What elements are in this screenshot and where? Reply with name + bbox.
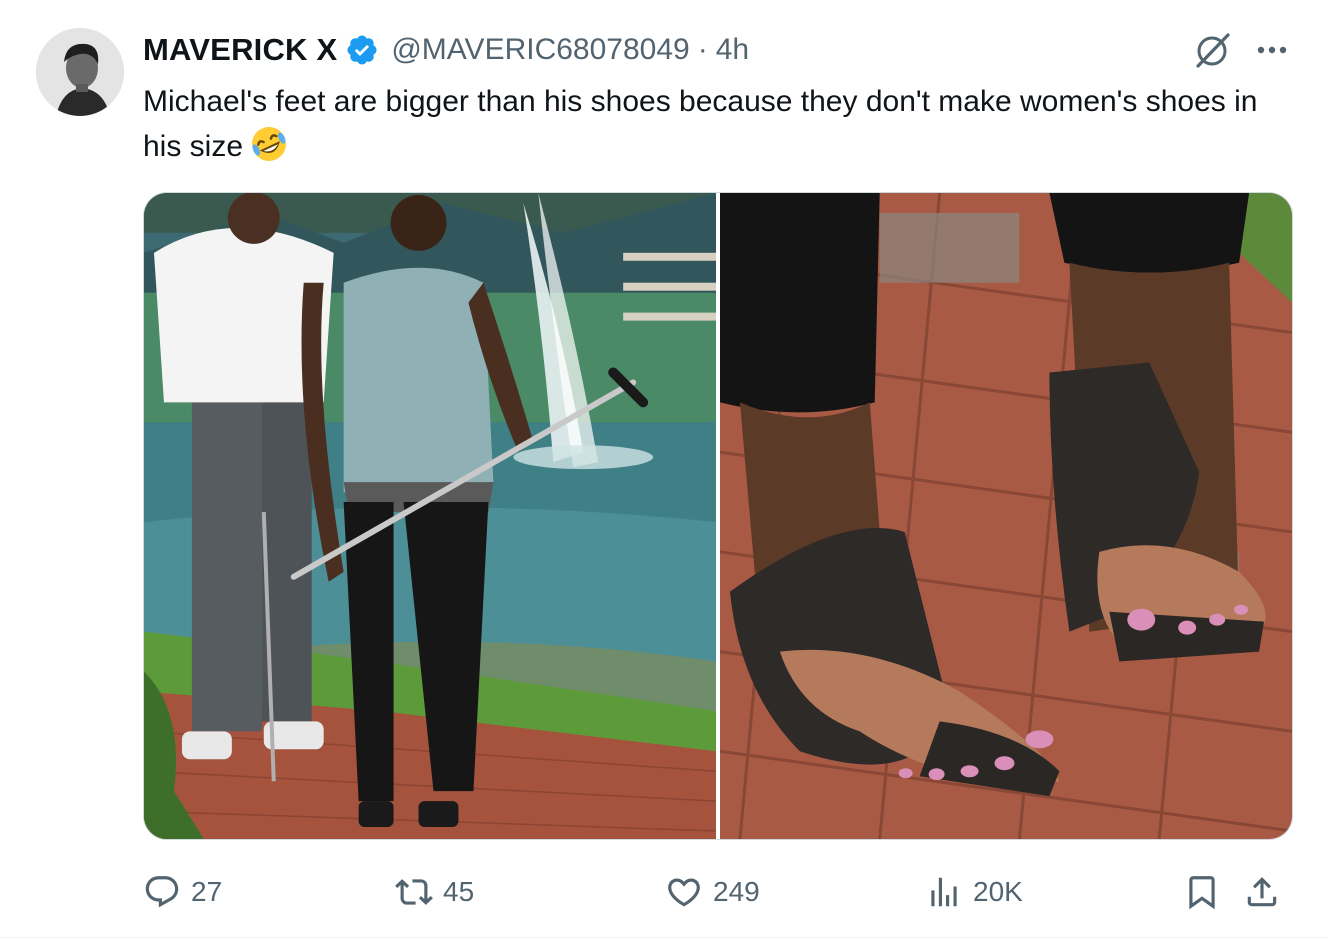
tweet-divider — [0, 937, 1328, 938]
separator: · — [697, 33, 708, 66]
tweet-text-body: Michael's feet are bigger than his shoes… — [143, 85, 1258, 163]
tweet-header: MAVERICK X @MAVERIC68078049 · 4h — [143, 26, 749, 74]
photo-sandals-closeup[interactable] — [720, 193, 1292, 839]
views-button[interactable]: 20K — [925, 868, 1023, 916]
timestamp[interactable]: 4h — [716, 33, 749, 67]
photo-couple-golf[interactable] — [144, 193, 716, 839]
repost-icon — [395, 879, 433, 905]
action-bar: 27 45 249 20K — [143, 868, 1293, 916]
like-icon — [668, 878, 700, 907]
reply-count: 27 — [191, 876, 223, 907]
avatar-image — [36, 28, 124, 116]
repost-button[interactable]: 45 — [395, 868, 474, 916]
display-name[interactable]: MAVERICK X — [143, 32, 337, 68]
repost-count: 45 — [443, 876, 475, 907]
more-icon[interactable] — [1254, 32, 1290, 68]
tweet-text: Michael's feet are bigger than his shoes… — [143, 80, 1293, 169]
verified-badge-icon — [345, 33, 379, 67]
like-button[interactable]: 249 — [665, 868, 760, 916]
reply-button[interactable]: 27 — [143, 868, 222, 916]
share-button[interactable] — [1243, 868, 1291, 916]
media-grid[interactable] — [143, 192, 1293, 840]
views-count: 20K — [973, 876, 1023, 907]
tweet[interactable]: MAVERICK X @MAVERIC68078049 · 4h Michael… — [0, 0, 1328, 940]
photo-sandals-scene — [720, 193, 1292, 839]
bookmark-button[interactable] — [1183, 868, 1231, 916]
handle[interactable]: @MAVERIC68078049 — [391, 33, 689, 67]
photo-golf-scene — [144, 193, 716, 839]
bookmark-icon — [1189, 876, 1215, 910]
views-icon — [931, 877, 957, 907]
reply-icon — [145, 876, 179, 908]
share-icon — [1247, 877, 1277, 907]
rolling-on-the-floor-laughing-icon — [249, 124, 289, 164]
grok-icon[interactable] — [1192, 30, 1232, 70]
avatar[interactable] — [36, 28, 124, 116]
like-count: 249 — [713, 876, 760, 907]
